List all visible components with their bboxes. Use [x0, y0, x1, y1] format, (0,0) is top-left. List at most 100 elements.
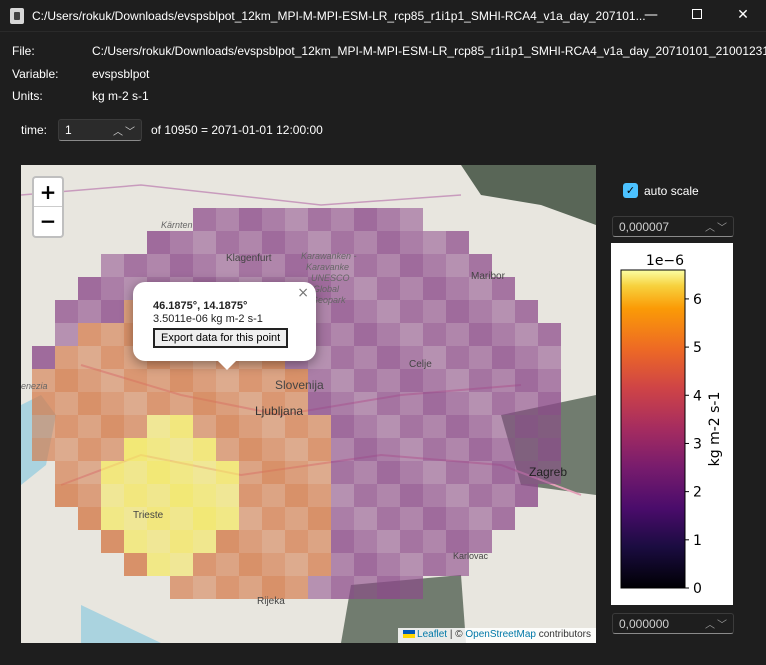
checkbox-checked-icon[interactable]: ✓	[623, 183, 638, 198]
data-cell	[538, 323, 561, 346]
minimize-button[interactable]: —	[628, 0, 674, 32]
colorbar-tick-label: 4	[693, 388, 702, 404]
max-value-spinbox[interactable]: 0,000007 ︿﹀	[612, 216, 734, 237]
map-view[interactable]: Kärnten Klagenfurt Karawanken - Karavank…	[21, 165, 596, 643]
data-cell	[423, 392, 446, 415]
data-cell	[538, 415, 561, 438]
data-cell	[285, 484, 308, 507]
data-cell	[147, 415, 170, 438]
close-button[interactable]: ✕	[720, 0, 766, 32]
data-cell	[377, 530, 400, 553]
data-cell	[147, 553, 170, 576]
data-cell	[469, 438, 492, 461]
data-cell	[216, 553, 239, 576]
data-cell	[124, 553, 147, 576]
data-cell	[170, 484, 193, 507]
data-cell	[377, 553, 400, 576]
data-cell	[32, 415, 55, 438]
leaflet-link[interactable]: Leaflet	[417, 629, 447, 640]
data-cell	[400, 277, 423, 300]
data-cell	[423, 507, 446, 530]
data-cell	[423, 254, 446, 277]
data-cell	[170, 254, 193, 277]
maximize-button[interactable]	[674, 0, 720, 32]
zoom-out-button[interactable]: −	[34, 207, 62, 236]
data-cell	[262, 231, 285, 254]
data-cell	[216, 438, 239, 461]
zoom-control: + −	[32, 176, 64, 238]
data-cell	[469, 369, 492, 392]
data-cell	[216, 507, 239, 530]
data-cell	[446, 415, 469, 438]
map-label-venezia: enezia	[21, 381, 48, 391]
data-cell	[239, 415, 262, 438]
data-cell	[492, 323, 515, 346]
data-cell	[469, 392, 492, 415]
time-value[interactable]: 1	[65, 123, 72, 137]
spin-arrows-icon[interactable]: ︿﹀	[705, 219, 729, 234]
data-cell	[377, 576, 400, 599]
data-cell	[308, 484, 331, 507]
map-label-karawanken: Karawanken -	[301, 251, 357, 261]
zoom-in-button[interactable]: +	[34, 178, 62, 207]
data-cell	[193, 208, 216, 231]
data-cell	[124, 392, 147, 415]
data-cell	[101, 438, 124, 461]
data-cell	[331, 576, 354, 599]
data-cell	[308, 553, 331, 576]
time-label: time:	[21, 123, 48, 137]
data-cell	[400, 461, 423, 484]
time-info: of 10950 = 2071-01-01 12:00:00	[151, 123, 323, 137]
data-cell	[354, 576, 377, 599]
data-cell	[101, 300, 124, 323]
osm-link[interactable]: OpenStreetMap	[465, 629, 536, 640]
data-cell	[469, 415, 492, 438]
data-cell	[285, 530, 308, 553]
map-label-rijeka: Rijeka	[257, 596, 285, 607]
export-point-button[interactable]: Export data for this point	[153, 328, 289, 348]
data-cell	[492, 415, 515, 438]
map-label-geopark: Geopark	[311, 295, 346, 305]
min-value-spinbox[interactable]: 0,000000 ︿﹀	[612, 613, 734, 634]
data-cell	[400, 369, 423, 392]
data-cell	[308, 461, 331, 484]
data-cell	[170, 415, 193, 438]
data-cell	[446, 438, 469, 461]
data-cell	[354, 530, 377, 553]
data-cell	[239, 507, 262, 530]
data-cell	[331, 553, 354, 576]
map-canvas[interactable]	[21, 165, 596, 643]
data-cell	[285, 208, 308, 231]
data-cell	[354, 323, 377, 346]
spin-arrows-icon[interactable]: ︿﹀	[113, 123, 137, 138]
colorbar-tick-label: 1	[693, 533, 702, 549]
data-cell	[354, 369, 377, 392]
data-cell	[538, 438, 561, 461]
data-cell	[377, 323, 400, 346]
max-value[interactable]: 0,000007	[619, 220, 669, 234]
data-cell	[377, 231, 400, 254]
map-label-slovenija: Slovenija	[275, 378, 324, 392]
popup-close-button[interactable]: ×	[297, 285, 309, 301]
colorbar-gradient	[620, 269, 686, 589]
data-cell	[469, 507, 492, 530]
data-cell	[538, 392, 561, 415]
data-cell	[331, 438, 354, 461]
data-cell	[285, 415, 308, 438]
data-cell	[262, 484, 285, 507]
map-label-trieste: Trieste	[133, 510, 164, 521]
time-spinbox[interactable]: 1 ︿﹀	[58, 119, 142, 141]
data-cell	[147, 484, 170, 507]
colorbar: 1e−6 0 1 2 3 4 5 6 kg m-2 s-1	[620, 253, 723, 597]
data-cell	[377, 507, 400, 530]
colorbar-tick-label: 0	[693, 581, 702, 597]
data-cell	[124, 530, 147, 553]
spin-arrows-icon[interactable]: ︿﹀	[705, 616, 729, 631]
data-cell	[32, 392, 55, 415]
min-value[interactable]: 0,000000	[619, 617, 669, 631]
data-cell	[101, 484, 124, 507]
data-cell	[423, 277, 446, 300]
data-cell	[285, 553, 308, 576]
autoscale-label[interactable]: auto scale	[644, 184, 699, 198]
data-cell	[331, 484, 354, 507]
